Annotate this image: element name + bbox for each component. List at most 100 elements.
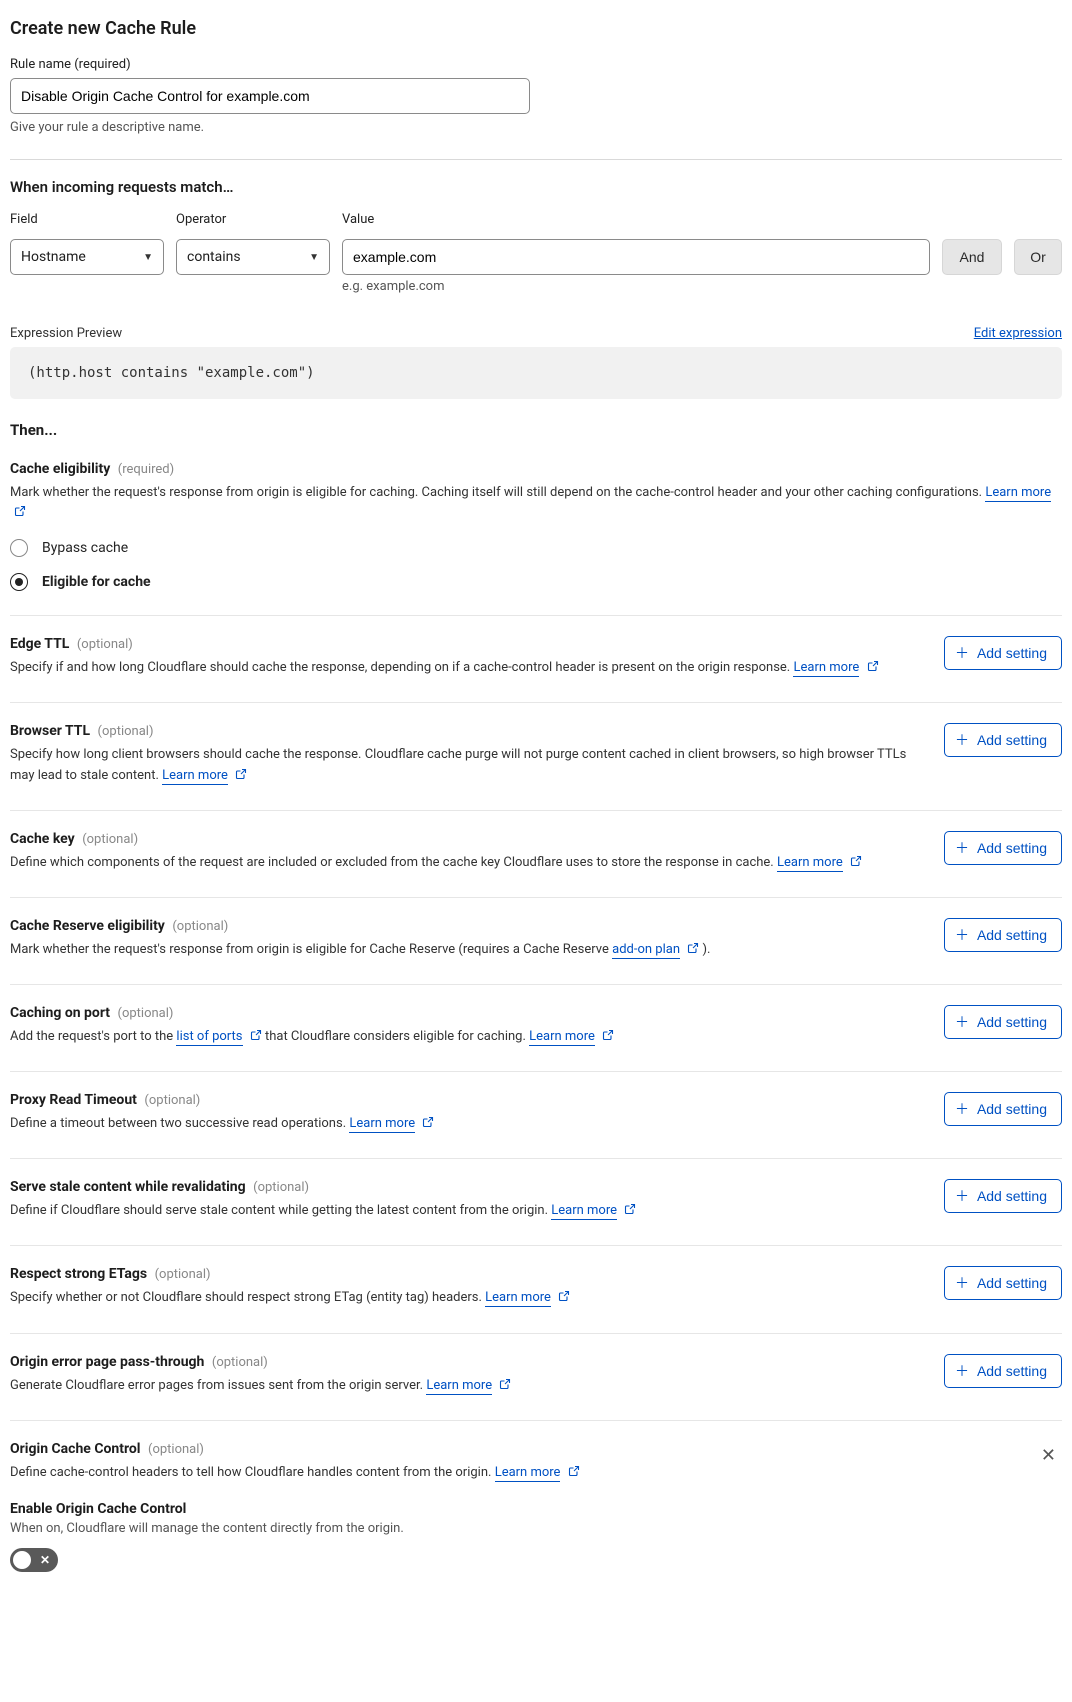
field-select[interactable]: Hostname ▼ xyxy=(10,239,164,275)
serve-stale-learn-more-link[interactable]: Learn more xyxy=(551,1203,617,1220)
browser-ttl-add-setting-button[interactable]: ＋ Add setting xyxy=(944,723,1062,757)
external-link-icon xyxy=(867,660,879,672)
origin-error-desc: Generate Cloudflare error pages from iss… xyxy=(10,1376,920,1396)
respect-etags-optional: (optional) xyxy=(155,1267,211,1282)
origin-cache-control-title: Origin Cache Control xyxy=(10,1441,141,1457)
external-link-icon xyxy=(14,505,26,517)
eligible-for-cache-label: Eligible for cache xyxy=(42,574,151,590)
add-setting-label: Add setting xyxy=(977,927,1047,943)
add-setting-label: Add setting xyxy=(977,1275,1047,1291)
plus-icon: ＋ xyxy=(955,1015,969,1029)
respect-etags-learn-more-link[interactable]: Learn more xyxy=(485,1290,551,1307)
bypass-cache-label: Bypass cache xyxy=(42,540,128,556)
plus-icon: ＋ xyxy=(955,1276,969,1290)
add-setting-label: Add setting xyxy=(977,1363,1047,1379)
serve-stale-optional: (optional) xyxy=(253,1180,309,1195)
edit-expression-link[interactable]: Edit expression xyxy=(974,326,1062,341)
field-select-value: Hostname xyxy=(21,249,86,265)
origin-error-add-setting-button[interactable]: ＋ Add setting xyxy=(944,1354,1062,1388)
proxy-read-learn-more-link[interactable]: Learn more xyxy=(349,1116,415,1133)
add-setting-label: Add setting xyxy=(977,1101,1047,1117)
edge-ttl-learn-more-link[interactable]: Learn more xyxy=(793,660,859,677)
enable-origin-cache-control-toggle[interactable]: ✕ xyxy=(10,1548,58,1572)
proxy-read-add-setting-button[interactable]: ＋ Add setting xyxy=(944,1092,1062,1126)
caching-port-add-setting-button[interactable]: ＋ Add setting xyxy=(944,1005,1062,1039)
browser-ttl-learn-more-link[interactable]: Learn more xyxy=(162,768,228,785)
proxy-read-optional: (optional) xyxy=(144,1093,200,1108)
external-link-icon xyxy=(568,1465,580,1477)
external-link-icon xyxy=(850,855,862,867)
external-link-icon xyxy=(687,942,699,954)
origin-error-optional: (optional) xyxy=(212,1355,268,1370)
value-col-label: Value xyxy=(342,212,942,227)
plus-icon: ＋ xyxy=(955,841,969,855)
caching-port-desc: Add the request's port to the list of po… xyxy=(10,1027,920,1047)
origin-cache-control-desc: Define cache-control headers to tell how… xyxy=(10,1463,1011,1483)
cache-eligibility-required: (required) xyxy=(118,462,174,477)
expression-preview-code: (http.host contains "example.com") xyxy=(10,347,1062,399)
remove-origin-cache-control-button[interactable]: ✕ xyxy=(1035,1441,1062,1470)
external-link-icon xyxy=(422,1116,434,1128)
add-setting-label: Add setting xyxy=(977,732,1047,748)
add-setting-label: Add setting xyxy=(977,645,1047,661)
browser-ttl-desc: Specify how long client browsers should … xyxy=(10,745,920,785)
add-setting-label: Add setting xyxy=(977,1014,1047,1030)
origin-error-learn-more-link[interactable]: Learn more xyxy=(426,1378,492,1395)
then-heading: Then... xyxy=(10,421,1062,439)
eligible-for-cache-radio[interactable] xyxy=(10,573,28,591)
add-setting-label: Add setting xyxy=(977,1188,1047,1204)
external-link-icon xyxy=(602,1029,614,1041)
cache-key-title: Cache key xyxy=(10,831,75,847)
caret-down-icon: ▼ xyxy=(309,252,319,263)
caching-port-learn-more-link[interactable]: Learn more xyxy=(529,1029,595,1046)
cache-eligibility-learn-more-link[interactable]: Learn more xyxy=(985,485,1051,502)
serve-stale-title: Serve stale content while revalidating xyxy=(10,1179,246,1195)
plus-icon: ＋ xyxy=(955,1189,969,1203)
caching-port-optional: (optional) xyxy=(118,1006,174,1021)
cache-key-add-setting-button[interactable]: ＋ Add setting xyxy=(944,831,1062,865)
plus-icon: ＋ xyxy=(955,1102,969,1116)
plus-icon: ＋ xyxy=(955,1364,969,1378)
or-button[interactable]: Or xyxy=(1014,239,1062,275)
page-title: Create new Cache Rule xyxy=(10,18,1062,39)
browser-ttl-optional: (optional) xyxy=(98,724,154,739)
external-link-icon xyxy=(499,1378,511,1390)
and-button[interactable]: And xyxy=(942,239,1002,275)
value-input[interactable] xyxy=(342,239,930,275)
cache-eligibility-desc: Mark whether the request's response from… xyxy=(10,483,1062,523)
operator-select[interactable]: contains ▼ xyxy=(176,239,330,275)
serve-stale-add-setting-button[interactable]: ＋ Add setting xyxy=(944,1179,1062,1213)
rule-name-hint: Give your rule a descriptive name. xyxy=(10,120,1062,135)
field-col-label: Field xyxy=(10,212,164,227)
rule-name-label: Rule name (required) xyxy=(10,57,1062,72)
cache-eligibility-title: Cache eligibility xyxy=(10,461,110,477)
external-link-icon xyxy=(558,1290,570,1302)
serve-stale-desc: Define if Cloudflare should serve stale … xyxy=(10,1201,920,1221)
origin-cache-control-learn-more-link[interactable]: Learn more xyxy=(495,1465,561,1482)
external-link-icon xyxy=(235,768,247,780)
respect-etags-desc: Specify whether or not Cloudflare should… xyxy=(10,1288,920,1308)
toggle-knob xyxy=(13,1551,31,1569)
operator-col-label: Operator xyxy=(176,212,330,227)
bypass-cache-radio[interactable] xyxy=(10,539,28,557)
respect-etags-add-setting-button[interactable]: ＋ Add setting xyxy=(944,1266,1062,1300)
browser-ttl-title: Browser TTL xyxy=(10,723,90,739)
rule-name-input[interactable] xyxy=(10,78,530,114)
external-link-icon xyxy=(250,1029,262,1041)
caret-down-icon: ▼ xyxy=(143,252,153,263)
origin-cache-control-optional: (optional) xyxy=(148,1442,204,1457)
edge-ttl-title: Edge TTL xyxy=(10,636,69,652)
edge-ttl-add-setting-button[interactable]: ＋ Add setting xyxy=(944,636,1062,670)
add-setting-label: Add setting xyxy=(977,840,1047,856)
cache-key-learn-more-link[interactable]: Learn more xyxy=(777,855,843,872)
add-on-plan-link[interactable]: add-on plan xyxy=(612,942,680,959)
operator-select-value: contains xyxy=(187,249,241,265)
cache-reserve-add-setting-button[interactable]: ＋ Add setting xyxy=(944,918,1062,952)
cache-key-desc: Define which components of the request a… xyxy=(10,853,920,873)
edge-ttl-desc: Specify if and how long Cloudflare shoul… xyxy=(10,658,920,678)
plus-icon: ＋ xyxy=(955,733,969,747)
list-of-ports-link[interactable]: list of ports xyxy=(176,1029,242,1046)
cache-reserve-desc: Mark whether the request's response from… xyxy=(10,940,920,960)
value-hint: e.g. example.com xyxy=(342,279,930,294)
cache-key-optional: (optional) xyxy=(82,832,138,847)
